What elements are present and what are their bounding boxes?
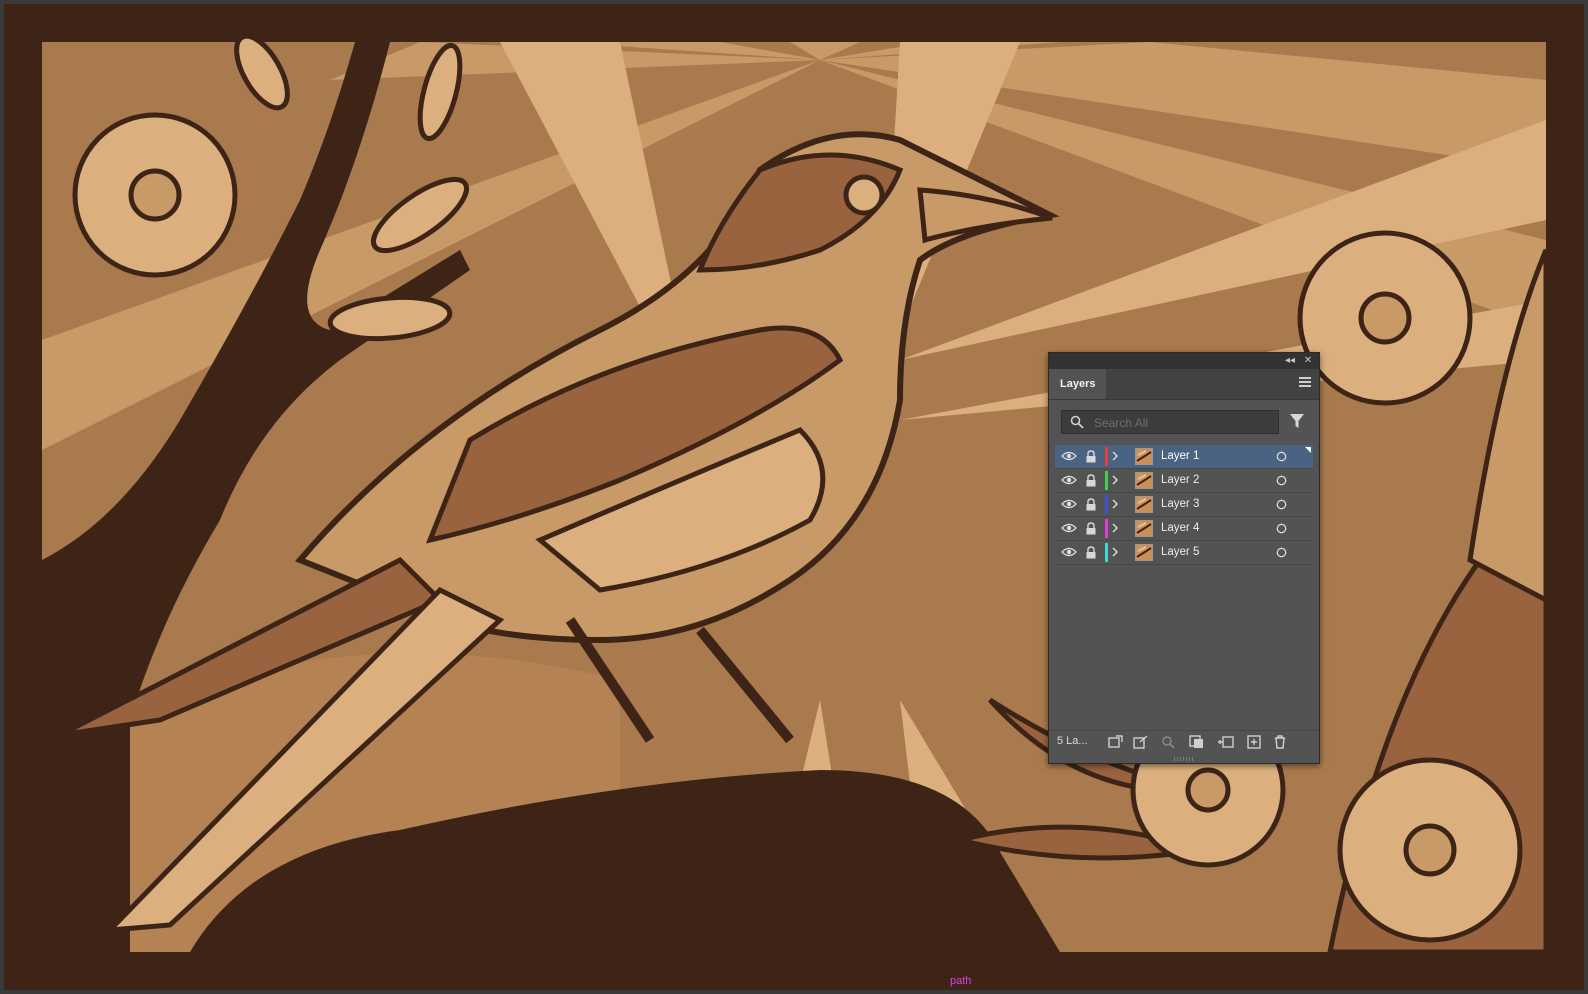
eye-icon[interactable] [1061,451,1077,461]
target-circle-icon[interactable] [1276,523,1287,534]
chevron-right-icon[interactable] [1111,475,1119,485]
locate-object-icon[interactable] [1133,735,1149,749]
artwork-illustration [4,4,1584,990]
eye-icon[interactable] [1061,499,1077,509]
artboard-canvas[interactable]: path [0,0,1588,994]
layer-color-swatch [1105,471,1108,490]
layer-color-swatch [1105,495,1108,514]
chevron-right-icon[interactable] [1111,547,1119,557]
layer-name[interactable]: Layer 1 [1161,450,1199,462]
status-hint-label: path [950,975,972,987]
lock-icon[interactable] [1085,498,1097,511]
chevron-right-icon[interactable] [1111,499,1119,509]
selection-indicator [1305,447,1311,453]
close-panel-icon[interactable]: ✕ [1301,354,1315,368]
layer-name[interactable]: Layer 3 [1161,498,1199,510]
target-circle-icon[interactable] [1276,451,1287,462]
layer-name[interactable]: Layer 5 [1161,546,1199,558]
layers-panel[interactable]: ◂◂ ✕ Layers Layer 1 Layer 2 Layer 3 Layer 4… [1048,352,1320,764]
panel-resize-grip[interactable] [1174,757,1194,761]
create-sublayer-icon[interactable] [1217,735,1235,749]
layer-thumbnail [1135,520,1153,537]
search-input[interactable] [1092,413,1276,433]
chevron-right-icon[interactable] [1111,523,1119,533]
make-clipping-mask-icon[interactable] [1189,735,1205,749]
layer-row[interactable]: Layer 2 [1055,469,1313,493]
lock-icon[interactable] [1085,474,1097,487]
panel-titlebar[interactable]: ◂◂ ✕ [1049,353,1319,369]
search-layer-icon[interactable] [1161,735,1177,749]
layer-row[interactable]: Layer 4 [1055,517,1313,541]
layer-thumbnail [1135,448,1153,465]
delete-layer-icon[interactable] [1273,735,1287,749]
layer-name[interactable]: Layer 2 [1161,474,1199,486]
layer-list: Layer 1 Layer 2 Layer 3 Layer 4 Layer 5 [1055,445,1313,565]
panel-footer: 5 La... [1049,730,1319,753]
target-circle-icon[interactable] [1276,499,1287,510]
layer-thumbnail [1135,472,1153,489]
tab-layers[interactable]: Layers [1049,369,1107,399]
search-field[interactable] [1061,410,1279,434]
collect-for-export-icon[interactable] [1107,735,1123,749]
eye-icon[interactable] [1061,523,1077,533]
layer-color-swatch [1105,447,1108,466]
search-icon [1070,415,1084,429]
collapse-panel-icon[interactable]: ◂◂ [1283,354,1297,368]
layer-color-swatch [1105,543,1108,562]
lock-icon[interactable] [1085,522,1097,535]
search-row [1049,400,1319,444]
layer-thumbnail [1135,544,1153,561]
target-circle-icon[interactable] [1276,547,1287,558]
layer-row[interactable]: Layer 5 [1055,541,1313,565]
lock-icon[interactable] [1085,450,1097,463]
target-circle-icon[interactable] [1276,475,1287,486]
layer-name[interactable]: Layer 4 [1161,522,1199,534]
eye-icon[interactable] [1061,547,1077,557]
hamburger-menu-icon[interactable] [1299,377,1311,389]
layer-count-label: 5 La... [1057,735,1088,747]
layer-row[interactable]: Layer 3 [1055,493,1313,517]
lock-icon[interactable] [1085,546,1097,559]
chevron-right-icon[interactable] [1111,451,1119,461]
panel-tab-bar: Layers [1049,369,1319,400]
layer-color-swatch [1105,519,1108,538]
layer-row[interactable]: Layer 1 [1055,445,1313,469]
create-new-layer-icon[interactable] [1247,735,1261,749]
eye-icon[interactable] [1061,475,1077,485]
filter-icon[interactable] [1289,413,1305,429]
layer-thumbnail [1135,496,1153,513]
